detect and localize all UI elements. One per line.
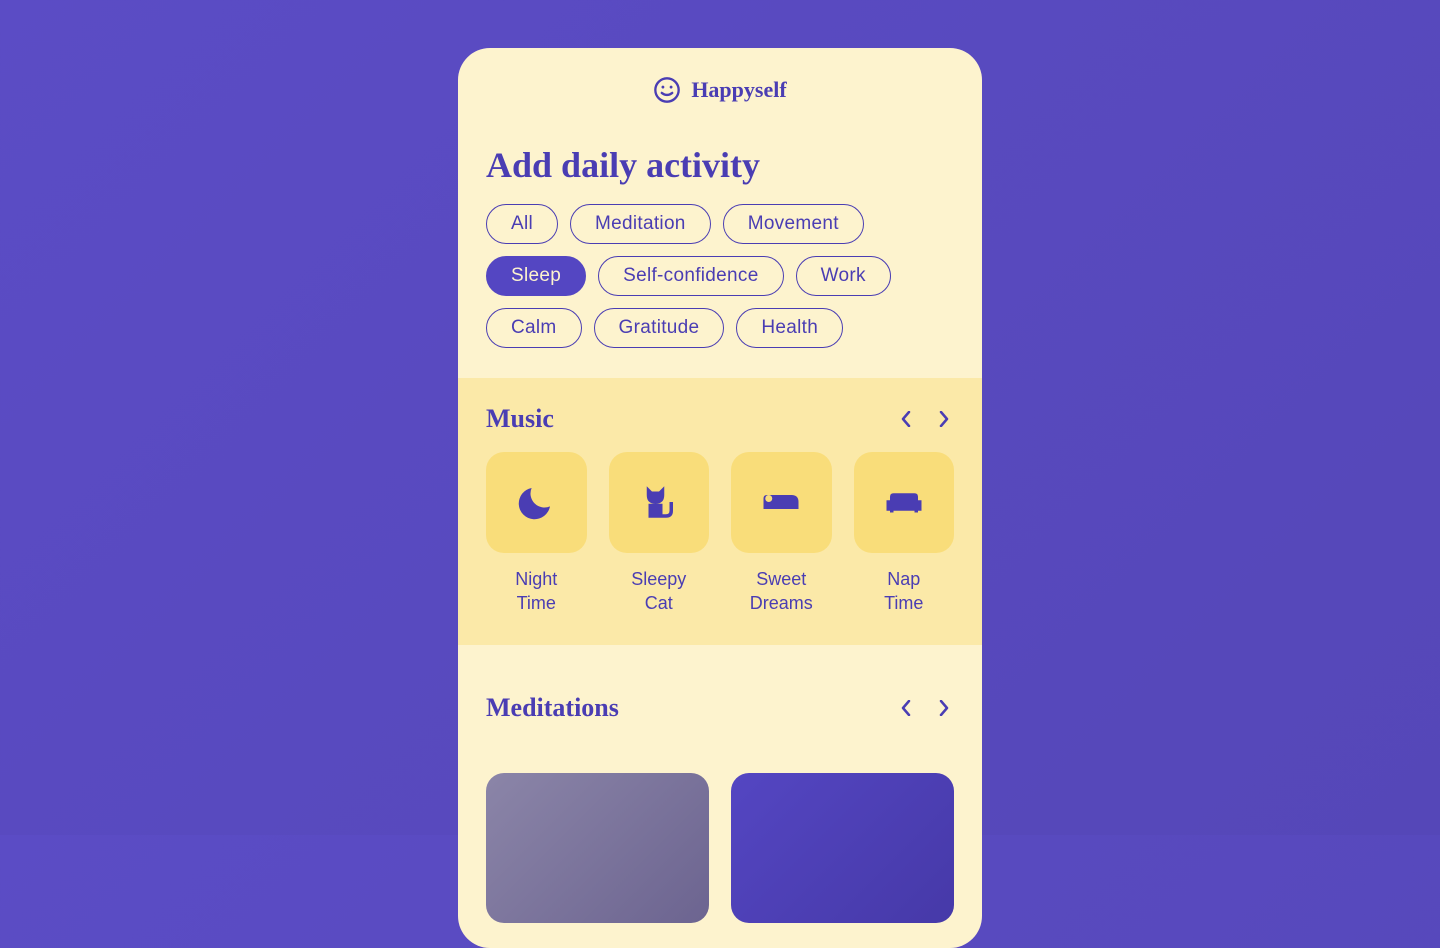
category-chips: All Meditation Movement Sleep Self-confi… bbox=[458, 204, 982, 378]
card-tile bbox=[609, 452, 710, 553]
page-title: Add daily activity bbox=[486, 144, 954, 186]
music-section: Music Night Time Sleepy bbox=[458, 378, 982, 645]
cat-icon bbox=[638, 481, 680, 523]
meditations-next-button[interactable] bbox=[934, 698, 954, 718]
chip-meditation[interactable]: Meditation bbox=[570, 204, 711, 244]
music-title: Music bbox=[486, 404, 554, 434]
couch-icon bbox=[883, 481, 925, 523]
music-nav bbox=[896, 409, 954, 429]
chevron-left-icon bbox=[901, 411, 911, 427]
meditation-card-2[interactable] bbox=[731, 773, 954, 923]
card-tile bbox=[854, 452, 955, 553]
card-label: Nap Time bbox=[884, 567, 923, 616]
music-prev-button[interactable] bbox=[896, 409, 916, 429]
chip-calm[interactable]: Calm bbox=[486, 308, 582, 348]
meditations-nav bbox=[896, 698, 954, 718]
music-card-sleepy-cat[interactable]: Sleepy Cat bbox=[609, 452, 710, 615]
chip-all[interactable]: All bbox=[486, 204, 558, 244]
card-tile bbox=[731, 452, 832, 553]
meditations-cards bbox=[458, 773, 982, 923]
music-card-night-time[interactable]: Night Time bbox=[486, 452, 587, 615]
music-cards: Night Time Sleepy Cat Sweet Dreams Nap T… bbox=[486, 452, 954, 615]
card-label: Night Time bbox=[515, 567, 557, 616]
chip-self-confidence[interactable]: Self-confidence bbox=[598, 256, 783, 296]
music-next-button[interactable] bbox=[934, 409, 954, 429]
chevron-right-icon bbox=[939, 700, 949, 716]
app-frame: Happyself Add daily activity All Meditat… bbox=[458, 48, 982, 948]
meditations-prev-button[interactable] bbox=[896, 698, 916, 718]
moon-icon bbox=[515, 481, 557, 523]
chip-movement[interactable]: Movement bbox=[723, 204, 864, 244]
chip-sleep[interactable]: Sleep bbox=[486, 256, 586, 296]
brand-name: Happyself bbox=[691, 77, 786, 103]
app-header: Happyself bbox=[458, 48, 982, 116]
chevron-right-icon bbox=[939, 411, 949, 427]
music-header: Music bbox=[486, 404, 954, 434]
chip-health[interactable]: Health bbox=[736, 308, 843, 348]
chip-gratitude[interactable]: Gratitude bbox=[594, 308, 725, 348]
meditation-card-1[interactable] bbox=[486, 773, 709, 923]
music-card-nap-time[interactable]: Nap Time bbox=[854, 452, 955, 615]
meditations-section: Meditations bbox=[458, 667, 982, 751]
smile-icon bbox=[653, 76, 681, 104]
title-section: Add daily activity bbox=[458, 116, 982, 204]
bed-icon bbox=[760, 481, 802, 523]
meditations-header: Meditations bbox=[486, 693, 954, 723]
card-tile bbox=[486, 452, 587, 553]
card-label: Sweet Dreams bbox=[750, 567, 813, 616]
chevron-left-icon bbox=[901, 700, 911, 716]
card-label: Sleepy Cat bbox=[631, 567, 686, 616]
chip-work[interactable]: Work bbox=[796, 256, 891, 296]
meditations-title: Meditations bbox=[486, 693, 619, 723]
music-card-sweet-dreams[interactable]: Sweet Dreams bbox=[731, 452, 832, 615]
